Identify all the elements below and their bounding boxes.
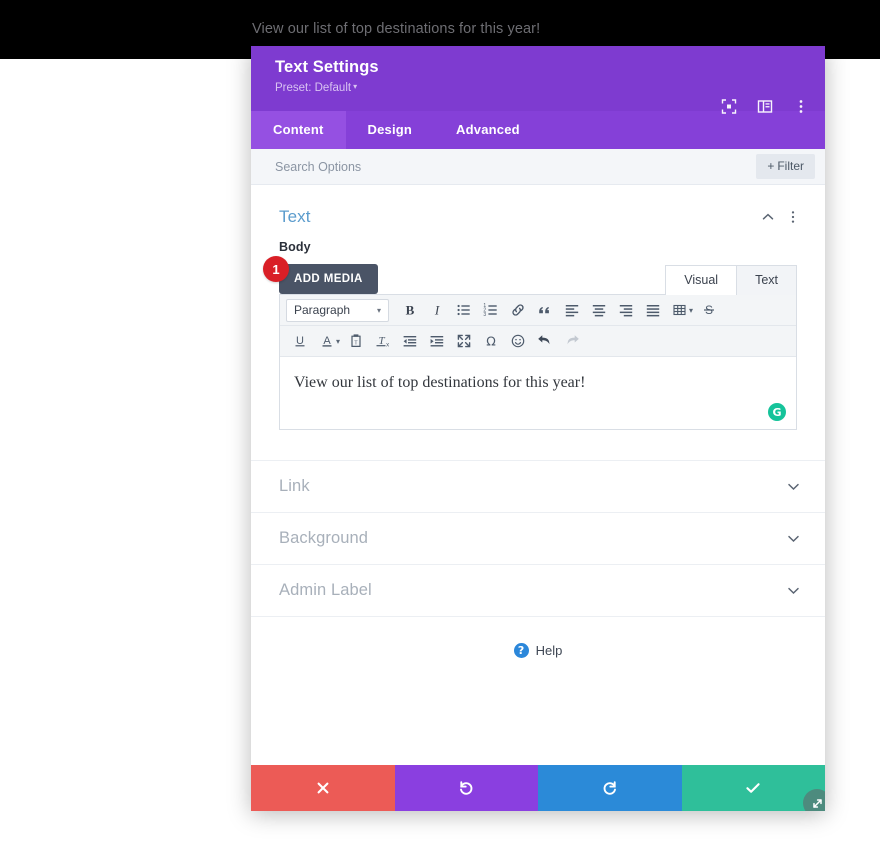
editor-content-area[interactable]: View our list of top destinations for th… xyxy=(280,357,796,429)
more-vertical-icon[interactable] xyxy=(792,98,809,115)
emoji-icon[interactable] xyxy=(504,329,531,353)
focus-icon[interactable] xyxy=(720,98,737,115)
bold-icon[interactable]: B xyxy=(396,298,423,322)
special-character-icon[interactable]: Ω xyxy=(477,329,504,353)
page-title: Text Settings xyxy=(275,58,379,76)
outdent-icon[interactable] xyxy=(396,329,423,353)
layout-panel-icon[interactable] xyxy=(756,98,773,115)
modal-header: Text Settings Preset: Default ▾ xyxy=(251,46,825,114)
section-background[interactable]: Background xyxy=(251,513,825,565)
chevron-down-icon[interactable]: ▾ xyxy=(336,337,340,346)
align-right-icon[interactable] xyxy=(612,298,639,322)
align-justify-icon[interactable] xyxy=(639,298,666,322)
text-section-header: Text xyxy=(251,185,825,227)
help-link[interactable]: ? Help xyxy=(251,617,825,658)
align-left-icon[interactable] xyxy=(558,298,585,322)
svg-text:3: 3 xyxy=(483,312,486,318)
editor-toolbar-row-2: U A ▾ T T x Ω xyxy=(280,326,796,357)
search-options-row: +Filter xyxy=(251,149,825,185)
step-badge-1: 1 xyxy=(263,256,289,282)
editor-paragraph: View our list of top destinations for th… xyxy=(294,374,586,391)
tinymce-editor: Paragraph ▾ B I 1 2 3 ▾ S U A ▾ T T x Ω … xyxy=(279,294,797,430)
blockquote-icon[interactable] xyxy=(531,298,558,322)
section-link[interactable]: Link xyxy=(251,461,825,513)
x-icon xyxy=(315,780,331,796)
tab-design[interactable]: Design xyxy=(346,111,435,149)
link-icon[interactable] xyxy=(504,298,531,322)
tab-text[interactable]: Text xyxy=(737,265,797,295)
add-media-button[interactable]: ADD MEDIA xyxy=(279,264,378,294)
body-field-label: Body xyxy=(279,240,311,254)
tab-visual[interactable]: Visual xyxy=(665,265,738,295)
section-title-text: Text xyxy=(279,207,311,226)
fullscreen-icon[interactable] xyxy=(450,329,477,353)
chevron-down-icon: ▾ xyxy=(353,82,358,91)
plus-icon: + xyxy=(767,159,775,173)
resize-handle-icon[interactable] xyxy=(803,789,825,811)
svg-text:x: x xyxy=(386,343,389,349)
underline-icon[interactable]: U xyxy=(286,329,313,353)
preset-dropdown[interactable]: Preset: Default ▾ xyxy=(275,80,357,95)
filter-button[interactable]: + Filter xyxy=(756,154,815,179)
search-input[interactable] xyxy=(275,159,757,174)
chevron-down-icon: ▾ xyxy=(376,305,381,315)
section-admin-label[interactable]: Admin Label xyxy=(251,565,825,617)
body-editor-wrapper: ADD MEDIA Visual Text Paragraph ▾ B I 1 … xyxy=(251,254,825,430)
text-settings-modal: Text Settings Preset: Default ▾ Content … xyxy=(251,46,825,811)
chevron-down-icon xyxy=(786,479,801,494)
check-icon xyxy=(744,779,762,797)
close-button[interactable] xyxy=(251,765,395,811)
redo-icon[interactable] xyxy=(558,329,585,353)
undo-arrow-icon xyxy=(457,779,475,797)
tab-content[interactable]: Content xyxy=(251,111,346,149)
chevron-down-icon xyxy=(786,531,801,546)
modal-body: Text Body ADD MEDIA Visual Text Paragrap… xyxy=(251,185,825,765)
help-label: Help xyxy=(535,643,563,658)
align-center-icon[interactable] xyxy=(585,298,612,322)
help-question-icon: ? xyxy=(513,643,529,658)
grammarly-icon[interactable]: G xyxy=(768,403,786,421)
section-admin-label-label: Admin Label xyxy=(279,581,372,599)
modal-tabs: Content Design Advanced xyxy=(251,111,825,149)
chevron-down-icon[interactable]: ▾ xyxy=(689,306,693,315)
svg-text:B: B xyxy=(405,303,414,318)
italic-icon[interactable]: I xyxy=(423,298,450,322)
chevron-up-icon[interactable] xyxy=(760,209,776,225)
editor-top-row: ADD MEDIA Visual Text xyxy=(279,264,797,295)
bullet-list-icon[interactable] xyxy=(450,298,477,322)
page-paragraph-text: View our list of top destinations for th… xyxy=(252,21,541,37)
chevron-down-icon xyxy=(786,583,801,598)
editor-mode-tabs: Visual Text xyxy=(665,265,797,295)
numbered-list-icon[interactable]: 1 2 3 xyxy=(477,298,504,322)
clear-formatting-icon[interactable]: T x xyxy=(369,329,396,353)
redo-arrow-icon xyxy=(601,779,619,797)
collapsed-sections: Link Background Admin Label xyxy=(251,460,825,617)
more-vertical-icon[interactable] xyxy=(785,209,801,225)
modal-footer xyxy=(251,765,825,811)
format-select-value: Paragraph xyxy=(294,303,351,317)
undo-button[interactable] xyxy=(394,765,538,811)
filter-label: Filter xyxy=(777,159,804,173)
undo-icon[interactable] xyxy=(531,329,558,353)
tab-advanced[interactable]: Advanced xyxy=(434,111,542,149)
section-link-label: Link xyxy=(279,477,310,495)
modal-header-actions xyxy=(720,98,809,115)
format-select[interactable]: Paragraph ▾ xyxy=(286,298,389,322)
indent-icon[interactable] xyxy=(423,329,450,353)
svg-text:I: I xyxy=(433,303,439,318)
preset-label: Preset: Default xyxy=(275,82,352,94)
strikethrough-icon[interactable]: S xyxy=(695,298,722,322)
paste-as-text-icon[interactable]: T xyxy=(342,329,369,353)
svg-text:Ω: Ω xyxy=(486,333,496,348)
section-background-label: Background xyxy=(279,529,369,547)
svg-text:T: T xyxy=(354,340,358,346)
redo-button[interactable] xyxy=(538,765,682,811)
editor-toolbar-row-1: Paragraph ▾ B I 1 2 3 ▾ S xyxy=(280,295,796,326)
